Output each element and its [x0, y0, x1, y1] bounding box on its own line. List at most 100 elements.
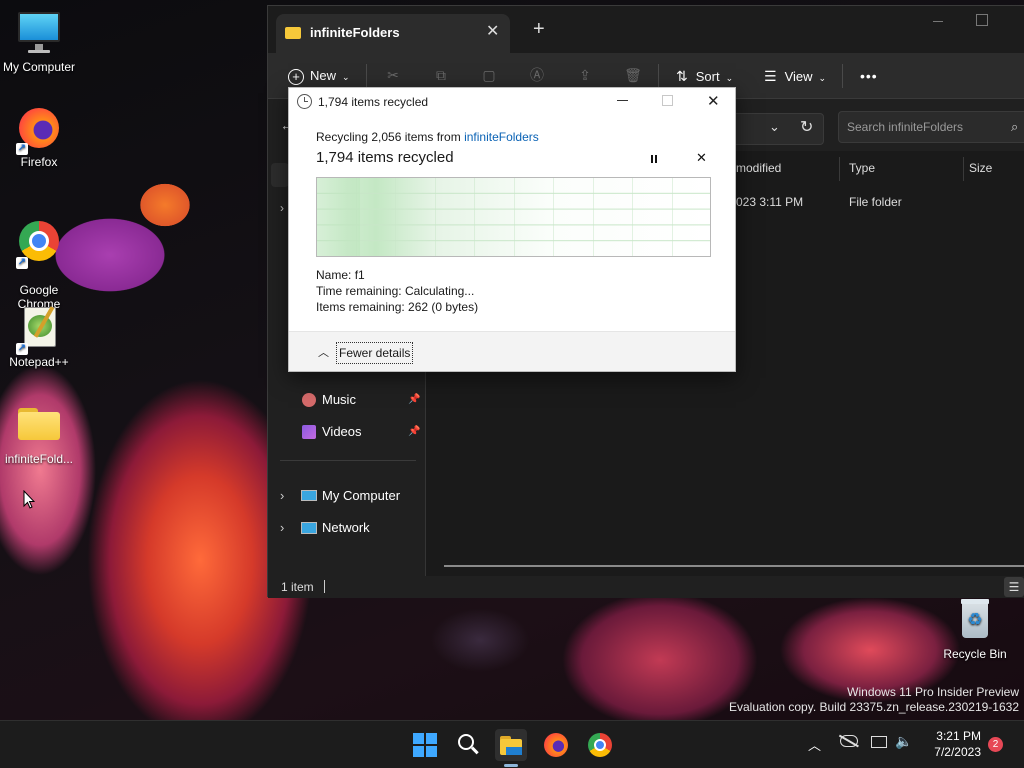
- shortcut-arrow-icon: ↗: [16, 143, 28, 155]
- desktop-icon-my-computer[interactable]: My Computer: [1, 10, 77, 74]
- nav-item-music[interactable]: Music 📌: [268, 386, 426, 414]
- file-explorer-icon[interactable]: [495, 729, 527, 767]
- sort-label: Sort: [695, 69, 720, 84]
- nav-divider: [280, 460, 416, 461]
- delete-icon[interactable]: 🗑: [624, 66, 642, 84]
- recycle-bin-icon: ♻: [952, 597, 998, 643]
- nav-label: Music: [322, 392, 356, 407]
- cloud-offline-icon[interactable]: [839, 734, 859, 747]
- pin-icon[interactable]: 📌: [408, 418, 420, 446]
- time-label: Time remaining:: [316, 284, 402, 298]
- rename-icon[interactable]: Ⓐ: [528, 66, 546, 84]
- desktop-icon-label: Notepad++: [9, 355, 69, 369]
- column-header-modified[interactable]: modified: [736, 161, 781, 175]
- details-view-icon[interactable]: ☰: [1004, 577, 1024, 597]
- column-divider: [839, 157, 840, 181]
- clock-date: 7/2/2023: [934, 745, 981, 759]
- item-count: 1 item: [281, 580, 314, 594]
- recycle-progress-dialog: 1,794 items recycled ✕ Recycling 2,056 i…: [288, 87, 736, 372]
- cancel-operation-button[interactable]: ✕: [696, 150, 707, 166]
- dialog-footer: ︿ Fewer details: [289, 331, 735, 371]
- mouse-cursor-icon: [23, 489, 36, 513]
- details-time-remaining: Time remaining: Calculating...: [316, 284, 474, 298]
- sort-icon: ⇅: [676, 68, 688, 84]
- nav-label: Network: [322, 520, 370, 535]
- taskbar: ︿ 🔈 3:21 PM 7/2/2023 2: [0, 720, 1024, 768]
- chrome-icon[interactable]: [584, 729, 616, 761]
- column-divider: [963, 157, 964, 181]
- divider: [658, 64, 659, 88]
- recycling-prefix: Recycling 2,056 items from: [316, 130, 465, 144]
- start-icon[interactable]: [409, 729, 441, 761]
- folder-icon: [285, 27, 301, 39]
- chevron-up-icon: ︿: [318, 347, 329, 359]
- refresh-icon[interactable]: ↻: [800, 117, 813, 137]
- chevron-right-icon[interactable]: ›: [280, 514, 284, 542]
- volume-icon[interactable]: 🔈: [895, 733, 912, 750]
- network-icon: [301, 522, 317, 534]
- clock[interactable]: 3:21 PM 7/2/2023: [925, 728, 981, 760]
- chevron-down-icon[interactable]: ⌄: [769, 119, 780, 135]
- network-status-icon[interactable]: [871, 736, 887, 748]
- view-button[interactable]: ☰ View ⌄: [764, 53, 826, 99]
- firefox-icon[interactable]: [540, 729, 572, 761]
- progress-graph: [316, 177, 711, 257]
- desktop-icon-infinite-folders[interactable]: infiniteFold...: [1, 402, 77, 466]
- notepad-plus-plus-icon: ↗: [16, 305, 62, 355]
- cut-icon[interactable]: ✂: [384, 66, 402, 84]
- name-label: Name:: [316, 268, 352, 282]
- firefox-icon: ↗: [16, 105, 62, 155]
- active-indicator: [504, 764, 518, 767]
- row-type: File folder: [849, 195, 902, 209]
- minimize-button[interactable]: [928, 14, 948, 28]
- more-options-button[interactable]: •••: [860, 53, 878, 99]
- videos-icon: [302, 425, 316, 439]
- share-icon[interactable]: ⇪: [576, 66, 594, 84]
- nav-item-network[interactable]: › Network: [268, 514, 426, 542]
- desktop-icon-label: Recycle Bin: [943, 647, 1007, 661]
- desktop-icon-label: Firefox: [20, 155, 58, 169]
- fewer-details-button[interactable]: ︿ Fewer details: [318, 342, 414, 364]
- desktop-icon-firefox[interactable]: ↗ Firefox: [1, 105, 77, 169]
- title-bar: infiniteFolders ✕ +: [268, 6, 1024, 53]
- nav-item-videos[interactable]: Videos 📌: [268, 418, 426, 446]
- tab-infinite-folders[interactable]: infiniteFolders ✕: [276, 14, 510, 53]
- monitor-icon: [16, 10, 62, 56]
- new-label: New: [310, 68, 337, 83]
- close-tab-icon[interactable]: ✕: [486, 21, 499, 41]
- search-icon: ⌕: [1011, 119, 1019, 134]
- search-box[interactable]: Search infiniteFolders ⌕: [838, 111, 1024, 143]
- desktop-icon-recycle-bin[interactable]: ♻ Recycle Bin: [937, 597, 1013, 661]
- maximize-button[interactable]: [976, 14, 988, 26]
- pin-icon[interactable]: 📌: [408, 386, 420, 414]
- dialog-minimize-button[interactable]: [617, 100, 628, 101]
- nav-item-my-computer[interactable]: › My Computer: [268, 482, 426, 510]
- desktop-icon-notepad-plus-plus[interactable]: ↗ Notepad++: [1, 305, 77, 369]
- plus-circle-icon: +: [288, 68, 304, 85]
- paste-icon[interactable]: ▢: [480, 66, 498, 84]
- chevron-right-icon[interactable]: ›: [280, 482, 284, 510]
- tab-title: infiniteFolders: [310, 25, 400, 40]
- column-header-size[interactable]: Size: [969, 161, 992, 175]
- new-tab-button[interactable]: +: [533, 18, 545, 41]
- source-folder-link[interactable]: infiniteFolders: [464, 130, 539, 144]
- search-icon[interactable]: [452, 729, 484, 761]
- dialog-title: 1,794 items recycled: [318, 95, 429, 109]
- table-row[interactable]: 023 3:11 PM File folder: [726, 191, 1016, 215]
- chevron-right-icon[interactable]: ›: [280, 201, 284, 215]
- progress-heading: 1,794 items recycled: [316, 149, 454, 166]
- row-modified: 023 3:11 PM: [736, 195, 804, 209]
- dialog-close-button[interactable]: ✕: [707, 92, 720, 110]
- dialog-maximize-button: [662, 95, 673, 106]
- folder-icon: [16, 402, 62, 448]
- divider: [842, 64, 843, 88]
- horizontal-scrollbar[interactable]: [444, 565, 1024, 567]
- copy-icon[interactable]: ⧉: [432, 66, 450, 84]
- search-input[interactable]: Search infiniteFolders: [847, 120, 963, 134]
- chevron-up-icon[interactable]: ︿: [808, 735, 821, 754]
- pause-button[interactable]: [649, 154, 659, 164]
- column-header-type[interactable]: Type: [849, 161, 875, 175]
- notification-badge[interactable]: 2: [988, 737, 1003, 752]
- items-label: Items remaining:: [316, 300, 405, 314]
- windows-watermark: Windows 11 Pro Insider Preview Evaluatio…: [719, 685, 1019, 715]
